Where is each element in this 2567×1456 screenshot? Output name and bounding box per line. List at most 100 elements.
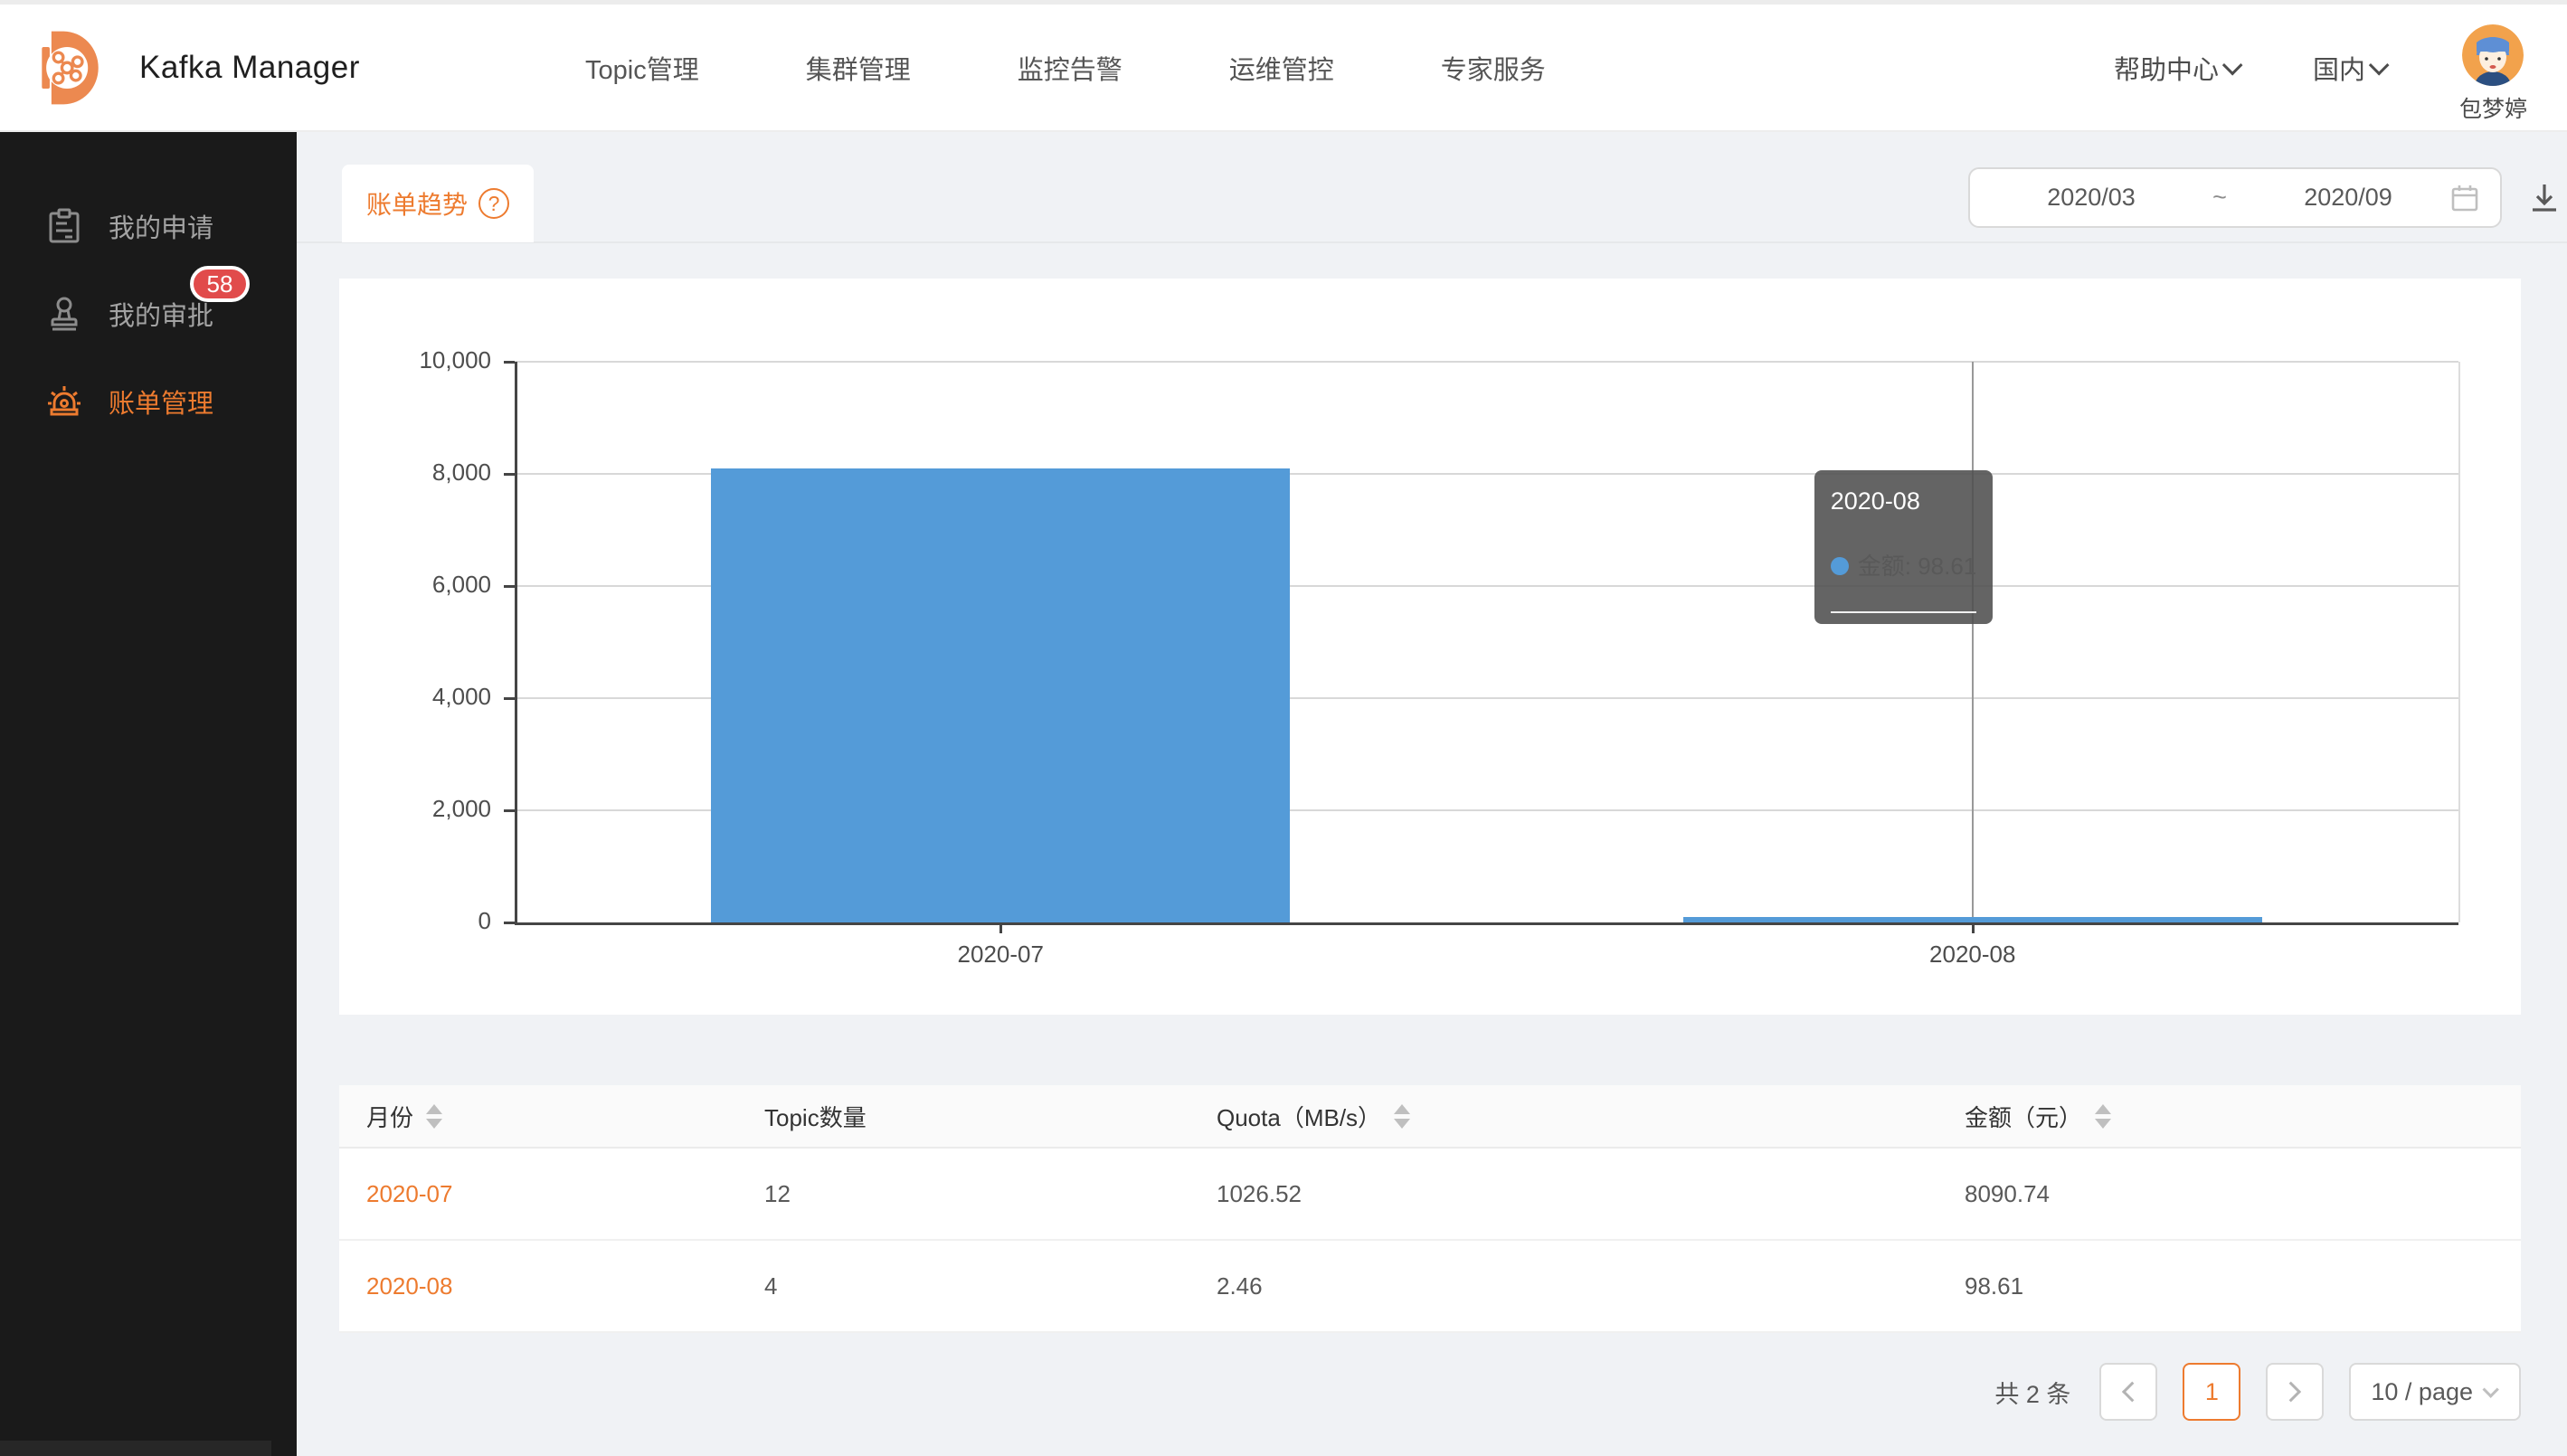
chevron-right-icon [2281, 1382, 2302, 1403]
billing-table: 月份 Topic数量 Quota（MB/s） 金额（元） 2020-071210… [339, 1085, 2521, 1333]
sidebar: 我的申请 我的审批 58 账单管理 [0, 132, 297, 1456]
avatar-illustration [2462, 24, 2524, 86]
y-axis-tick [504, 585, 515, 588]
x-axis-label: 2020-07 [865, 941, 1136, 969]
user-block[interactable]: 包梦婷 [2459, 24, 2527, 124]
plot-right-border [2458, 362, 2460, 922]
date-range-picker[interactable]: 2020/03 ~ 2020/09 [1968, 167, 2502, 228]
sort-icon[interactable] [426, 1104, 442, 1129]
sidebar-item-label: 我的审批 [109, 295, 213, 333]
toolbar-divider [297, 241, 2567, 243]
app-title: Kafka Manager [139, 50, 360, 86]
help-center-label: 帮助中心 [2114, 49, 2219, 87]
chevron-left-icon [2122, 1382, 2143, 1403]
top-header: Kafka Manager Topic管理 集群管理 监控告警 运维管控 专家服… [0, 0, 2567, 132]
nav-ops[interactable]: 运维管控 [1229, 49, 1334, 87]
download-icon[interactable] [2525, 179, 2563, 217]
chevron-down-icon [2369, 54, 2390, 75]
nav-monitor[interactable]: 监控告警 [1018, 49, 1122, 87]
y-axis-tick [504, 473, 515, 476]
alarm-beacon-icon [45, 383, 83, 421]
bar-2020-07[interactable] [711, 468, 1290, 922]
table-row: 2020-07121026.528090.74 [339, 1149, 2521, 1241]
y-axis-label: 0 [339, 907, 491, 935]
y-axis-tick [504, 697, 515, 700]
help-center-menu[interactable]: 帮助中心 [2114, 49, 2242, 87]
approvals-count-badge: 58 [190, 266, 250, 302]
kafka-manager-app: Kafka Manager Topic管理 集群管理 监控告警 运维管控 专家服… [0, 0, 2567, 1456]
help-icon[interactable]: ? [478, 188, 509, 219]
sidebar-item-label: 账单管理 [109, 383, 213, 421]
tooltip-title: 2020-08 [1831, 481, 1977, 521]
sort-icon[interactable] [2095, 1104, 2111, 1129]
table-header-row: 月份 Topic数量 Quota（MB/s） 金额（元） [339, 1085, 2521, 1149]
nav-topic[interactable]: Topic管理 [585, 49, 699, 87]
column-header-month[interactable]: 月份 [339, 1100, 764, 1133]
table-cell: 4 [764, 1272, 1217, 1300]
bar-chart: 2020-08 金额: 98.61 0 2,000 4,000 6,000 8,000 1… [339, 279, 2521, 1015]
tab-billing-trend[interactable]: 账单趋势 ? [342, 165, 534, 242]
x-axis-line [515, 922, 2458, 925]
pagination: 共 2 条 1 10 / page [1994, 1363, 2521, 1421]
sidebar-collapse-strip[interactable] [0, 1441, 271, 1456]
table-cell: 2.46 [1217, 1272, 1965, 1300]
y-axis-tick [504, 809, 515, 812]
sidebar-item-billing[interactable]: 账单管理 [0, 357, 297, 445]
sidebar-item-my-approvals[interactable]: 我的审批 58 [0, 269, 297, 357]
date-start-value[interactable]: 2020/03 [1990, 184, 2193, 212]
brand: Kafka Manager [27, 24, 360, 111]
chart-tooltip: 2020-08 金额: 98.61 [1814, 470, 1994, 624]
table-cell: 1026.52 [1217, 1180, 1965, 1208]
page-1-button[interactable]: 1 [2183, 1363, 2240, 1421]
stamp-icon [45, 295, 83, 333]
y-axis-tick [504, 361, 515, 364]
table-row: 2020-0842.4698.61 [339, 1241, 2521, 1333]
axis-pointer-line [1972, 362, 1974, 922]
column-header-topic-count: Topic数量 [764, 1100, 1217, 1133]
avatar[interactable] [2462, 24, 2524, 86]
column-header-quota[interactable]: Quota（MB/s） [1217, 1100, 1965, 1133]
y-axis-label: 2,000 [339, 795, 491, 823]
total-count: 共 2 条 [1994, 1375, 2070, 1410]
y-axis-label: 8,000 [339, 459, 491, 487]
date-end-value[interactable]: 2020/09 [2247, 184, 2449, 212]
top-navigation: Topic管理 集群管理 监控告警 运维管控 专家服务 [585, 5, 1546, 130]
y-axis-label: 10,000 [339, 346, 491, 374]
month-link[interactable]: 2020-07 [339, 1180, 764, 1208]
app-logo-icon [27, 24, 114, 111]
chevron-down-icon [2222, 54, 2243, 75]
clipboard-icon [45, 207, 83, 245]
y-axis-label: 4,000 [339, 683, 491, 711]
month-link[interactable]: 2020-08 [339, 1272, 764, 1300]
x-axis-label: 2020-08 [1837, 941, 2108, 969]
billing-trend-chart-card: 2020-08 金额: 98.61 0 2,000 4,000 6,000 8,000 1… [339, 279, 2521, 1015]
y-axis-line [515, 362, 517, 924]
y-axis-label: 6,000 [339, 571, 491, 599]
table-body: 2020-07121026.528090.742020-0842.4698.61 [339, 1149, 2521, 1333]
date-separator: ~ [2193, 184, 2247, 212]
calendar-icon [2449, 183, 2480, 213]
y-axis-tick [504, 922, 515, 924]
sidebar-item-label: 我的申请 [109, 207, 213, 245]
page-size-select[interactable]: 10 / page [2349, 1363, 2521, 1421]
user-name: 包梦婷 [2459, 91, 2527, 124]
page-size-value: 10 / page [2371, 1378, 2473, 1406]
sort-icon[interactable] [1394, 1104, 1410, 1129]
chevron-down-icon [2482, 1381, 2498, 1397]
header-right: 帮助中心 国内 [2114, 5, 2527, 130]
region-label: 国内 [2313, 49, 2365, 87]
nav-expert[interactable]: 专家服务 [1441, 49, 1546, 87]
next-page-button[interactable] [2266, 1363, 2324, 1421]
table-cell: 12 [764, 1180, 1217, 1208]
table-cell: 8090.74 [1965, 1180, 2521, 1208]
tab-label: 账单趋势 [366, 185, 468, 222]
series-dot-icon [1831, 557, 1849, 575]
nav-cluster[interactable]: 集群管理 [806, 49, 911, 87]
tooltip-series-value: 金额: 98.61 [1858, 546, 1977, 586]
prev-page-button[interactable] [2099, 1363, 2157, 1421]
region-menu[interactable]: 国内 [2313, 49, 2389, 87]
gridline [515, 361, 2458, 363]
table-cell: 98.61 [1965, 1272, 2521, 1300]
column-header-amount[interactable]: 金额（元） [1965, 1100, 2521, 1133]
sidebar-item-my-applications[interactable]: 我的申请 [0, 182, 297, 269]
